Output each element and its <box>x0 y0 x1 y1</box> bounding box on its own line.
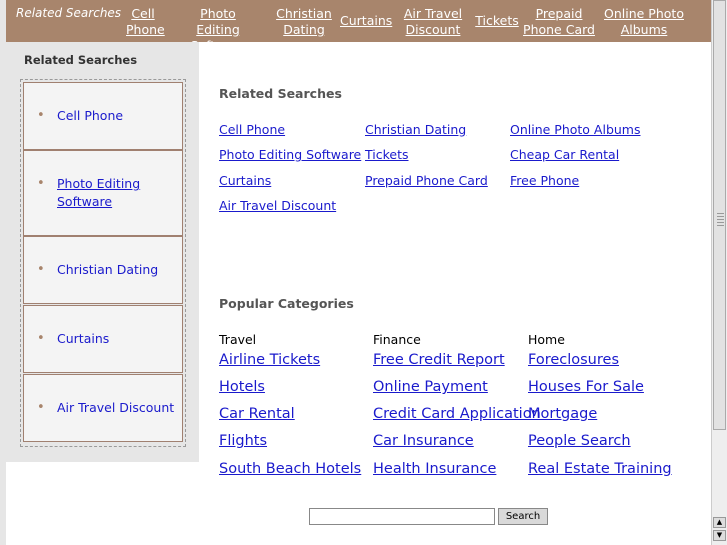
category-link-free-credit-report[interactable]: Free Credit Report <box>373 352 505 368</box>
category-heading-home: Home <box>528 332 565 347</box>
sidebar-box: • Cell Phone • Photo Editing Software • … <box>20 79 186 447</box>
related-link-online-photo-albums[interactable]: Online Photo Albums <box>510 122 641 137</box>
sidebar-link-cell-phone[interactable]: Cell Phone <box>57 107 175 125</box>
sidebar-link-air-travel-discount[interactable]: Air Travel Discount <box>57 399 181 417</box>
category-link-flights[interactable]: Flights <box>219 433 267 449</box>
scroll-down-arrow-icon[interactable]: ▼ <box>713 530 726 541</box>
top-nav-link-online-photo-albums[interactable]: Online Photo Albums <box>602 6 686 38</box>
bullet-icon: • <box>37 400 45 415</box>
top-nav-link-air-travel-discount[interactable]: Air Travel Discount <box>402 6 464 38</box>
bullet-icon: • <box>37 176 45 191</box>
popular-categories-heading: Popular Categories <box>219 296 354 311</box>
related-link-cheap-car-rental[interactable]: Cheap Car Rental <box>510 147 619 162</box>
category-link-health-insurance[interactable]: Health Insurance <box>373 461 496 477</box>
bullet-icon: • <box>37 108 45 123</box>
category-link-houses-for-sale[interactable]: Houses For Sale <box>528 379 644 395</box>
search-input[interactable] <box>309 508 495 525</box>
sidebar-item-curtains[interactable]: • Curtains <box>23 305 183 373</box>
category-link-car-rental[interactable]: Car Rental <box>219 406 295 422</box>
sidebar-item-cell-phone[interactable]: • Cell Phone <box>23 82 183 150</box>
sidebar-title: Related Searches <box>24 53 138 67</box>
related-link-prepaid-phone-card[interactable]: Prepaid Phone Card <box>365 173 488 188</box>
category-link-real-estate-training[interactable]: Real Estate Training <box>528 461 672 477</box>
category-link-mortgage[interactable]: Mortgage <box>528 406 597 422</box>
scrollbar-grip-icon <box>717 213 724 227</box>
category-heading-travel: Travel <box>219 332 257 347</box>
category-link-credit-card-application[interactable]: Credit Card Application <box>373 406 541 422</box>
sidebar-item-air-travel-discount[interactable]: • Air Travel Discount <box>23 374 183 442</box>
top-nav-link-curtains[interactable]: Curtains <box>340 13 392 29</box>
related-searches-heading: Related Searches <box>219 86 342 101</box>
category-link-car-insurance[interactable]: Car Insurance <box>373 433 474 449</box>
bullet-icon: • <box>37 331 45 346</box>
sidebar-item-christian-dating[interactable]: • Christian Dating <box>23 236 183 304</box>
search-button[interactable]: Search <box>498 508 548 525</box>
bullet-icon: • <box>37 262 45 277</box>
scroll-up-arrow-icon[interactable]: ▲ <box>713 517 726 528</box>
category-link-airline-tickets[interactable]: Airline Tickets <box>219 352 320 368</box>
related-link-air-travel-discount[interactable]: Air Travel Discount <box>219 198 336 213</box>
top-nav-label: Related Searches <box>16 6 122 20</box>
related-link-christian-dating[interactable]: Christian Dating <box>365 122 466 137</box>
sidebar-link-photo-editing-software[interactable]: Photo Editing Software <box>57 175 175 211</box>
top-nav-link-prepaid-phone-card[interactable]: Prepaid Phone Card <box>523 6 595 38</box>
sidebar-item-photo-editing-software[interactable]: • Photo Editing Software <box>23 150 183 236</box>
related-link-free-phone[interactable]: Free Phone <box>510 173 579 188</box>
related-link-curtains[interactable]: Curtains <box>219 173 271 188</box>
sidebar-link-christian-dating[interactable]: Christian Dating <box>57 261 175 279</box>
sidebar-link-curtains[interactable]: Curtains <box>57 330 175 348</box>
top-nav-link-christian-dating[interactable]: Christian Dating <box>276 6 332 38</box>
vertical-scrollbar[interactable]: ▲ ▼ <box>711 0 727 545</box>
related-link-tickets[interactable]: Tickets <box>365 147 409 162</box>
related-link-cell-phone[interactable]: Cell Phone <box>219 122 285 137</box>
category-link-online-payment[interactable]: Online Payment <box>373 379 488 395</box>
scrollbar-thumb[interactable] <box>713 0 726 430</box>
web-page: Related Searches Cell Phone Photo Editin… <box>0 0 711 545</box>
category-link-hotels[interactable]: Hotels <box>219 379 265 395</box>
sidebar: Related Searches • Cell Phone • Photo Ed… <box>6 42 199 462</box>
category-heading-finance: Finance <box>373 332 421 347</box>
category-link-foreclosures[interactable]: Foreclosures <box>528 352 619 368</box>
top-navigation-bar: Related Searches Cell Phone Photo Editin… <box>6 0 711 53</box>
top-nav-link-cell-phone[interactable]: Cell Phone <box>126 6 165 38</box>
top-nav-link-tickets[interactable]: Tickets <box>473 13 521 29</box>
category-link-south-beach-hotels[interactable]: South Beach Hotels <box>219 461 361 477</box>
related-link-photo-editing-software[interactable]: Photo Editing Software <box>219 147 361 162</box>
category-link-people-search[interactable]: People Search <box>528 433 631 449</box>
